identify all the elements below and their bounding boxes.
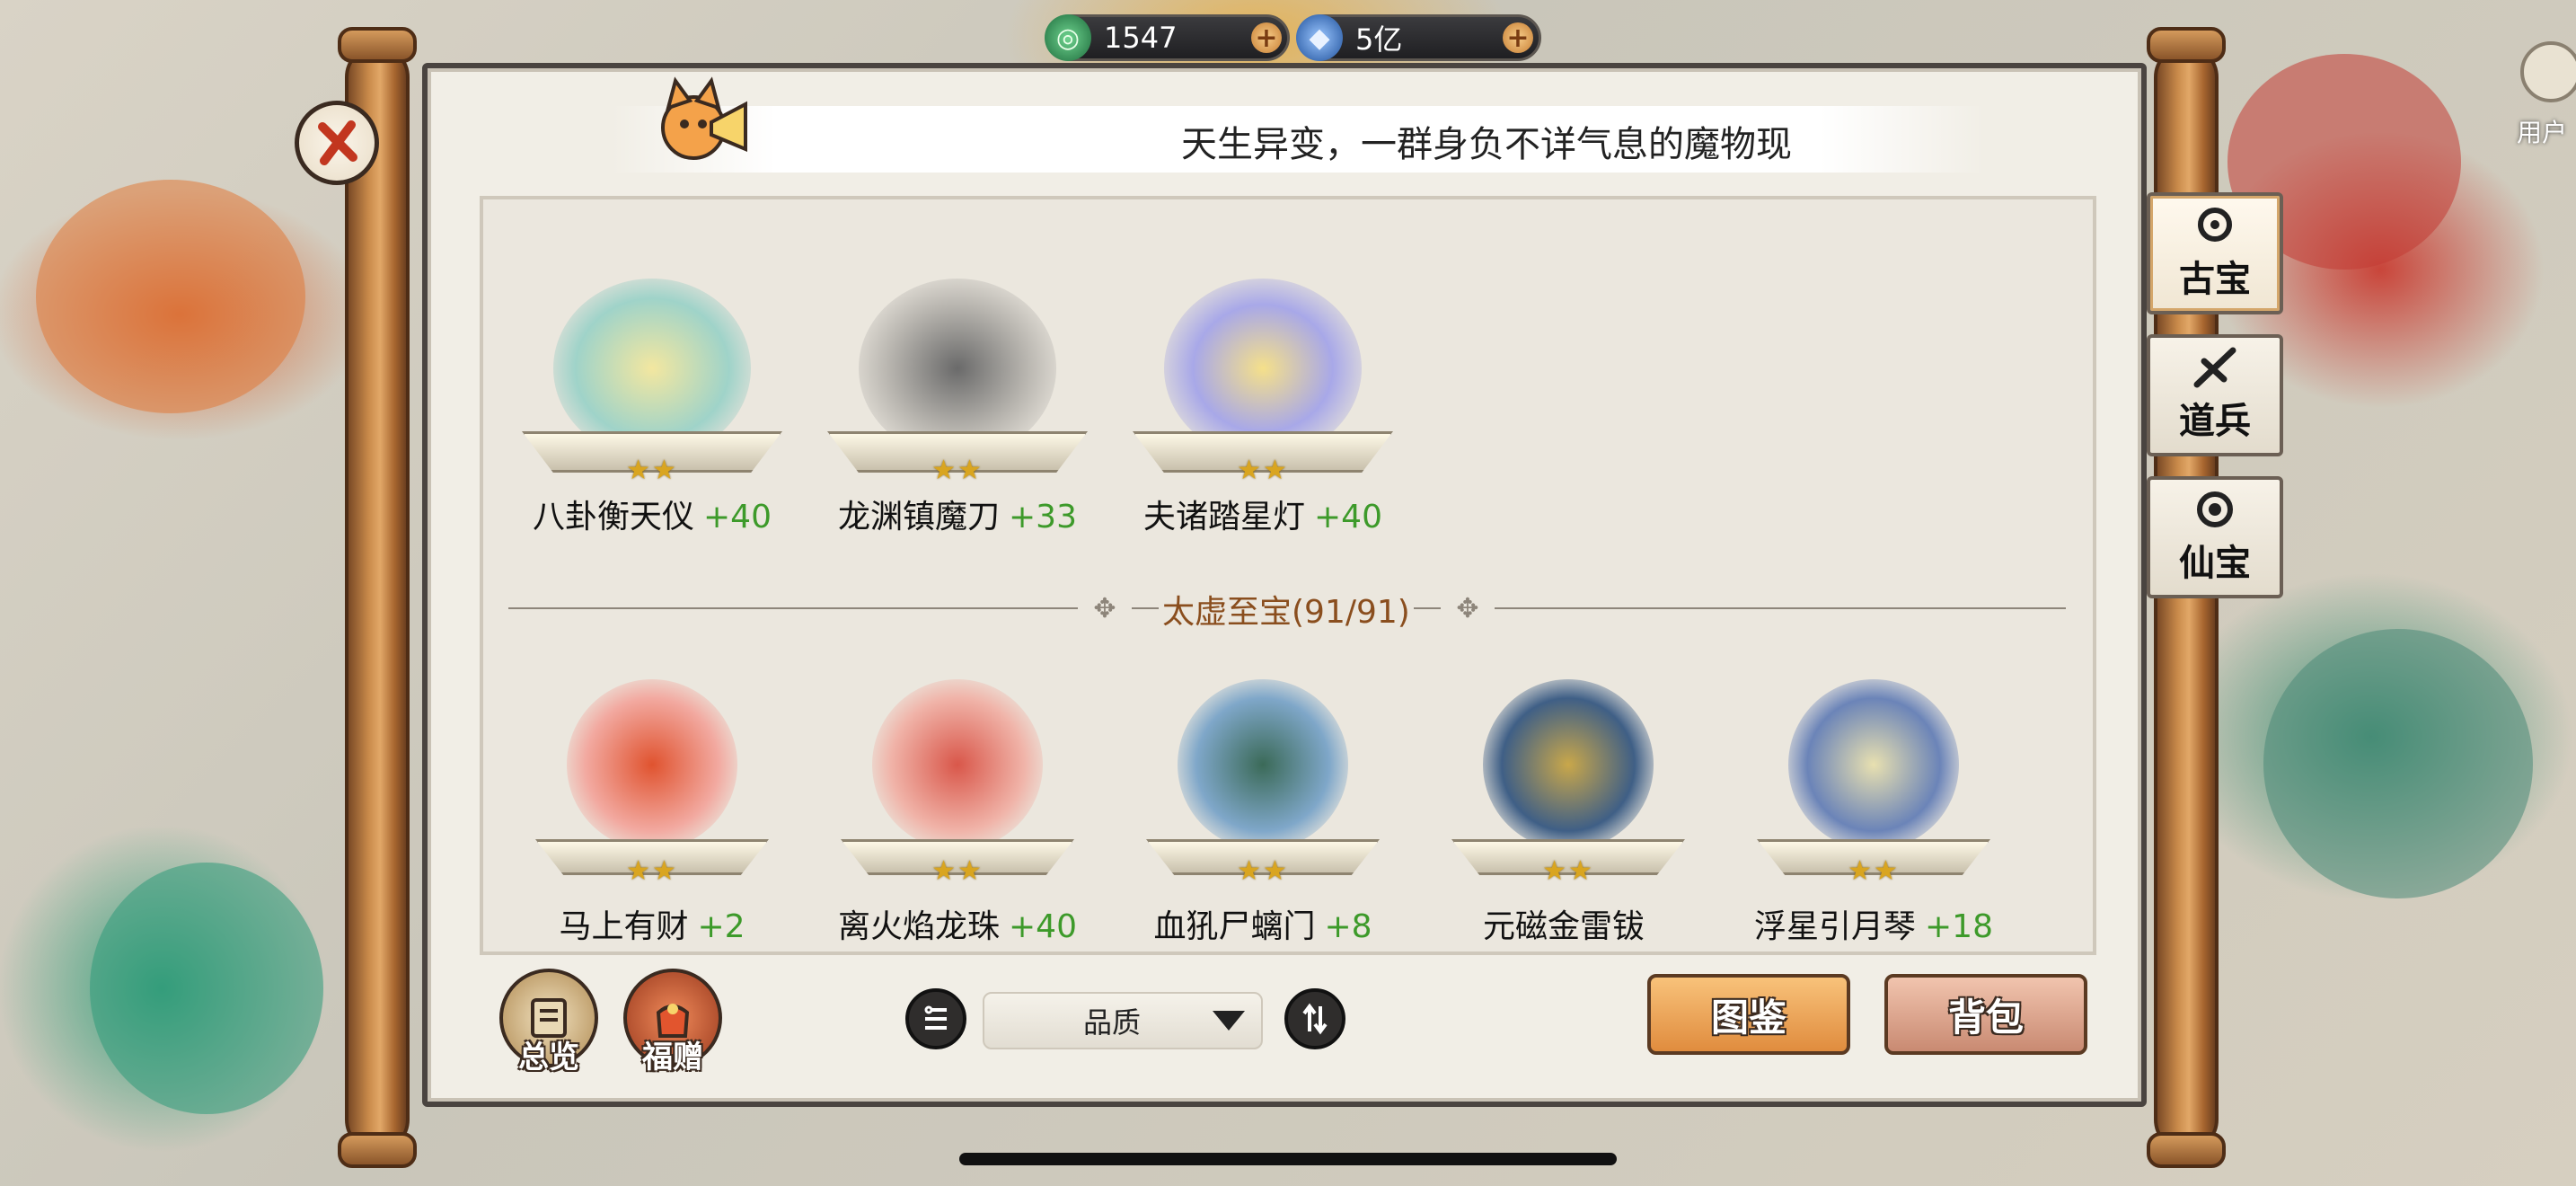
background-tree [90, 863, 323, 1114]
item-level: +40 [1314, 499, 1382, 535]
item-stars: ★★ [1237, 855, 1289, 887]
chevron-down-icon [1213, 1011, 1245, 1031]
fire-dragon-pearl-icon [872, 679, 1043, 850]
item-name: 元磁金雷钹 [1482, 908, 1645, 945]
gift-label: 福赠 [642, 1040, 703, 1075]
section-title: 太虚至宝(91/91) [1159, 586, 1414, 633]
item-name: 浮星引月琴 +18 [1754, 908, 1993, 945]
overview-label: 总览 [518, 1040, 579, 1075]
tab-label: 仙宝 [2179, 542, 2251, 584]
tab-label: 道兵 [2179, 400, 2251, 442]
item-stars: ★★ [931, 855, 984, 887]
tab-label: 古宝 [2179, 258, 2251, 300]
swap-vertical-icon [1302, 1003, 1328, 1035]
item-level: +2 [697, 908, 745, 945]
item-stars: ★★ [626, 455, 678, 486]
user-center-button[interactable]: 用户 [2515, 36, 2576, 153]
gift-button[interactable]: 福赠 [623, 969, 722, 1075]
divider-ornament-icon: ✥ [1078, 593, 1132, 624]
sort-select[interactable]: 品质 [983, 992, 1263, 1049]
megaphone-mascot-icon [656, 72, 754, 171]
item-stars: ★★ [1237, 455, 1289, 486]
crystal-amount: 5亿 [1355, 22, 1403, 57]
jade-coin-icon: ◎ [1045, 14, 1091, 61]
weapon-icon [2193, 347, 2236, 388]
horse-wealth-icon [567, 679, 737, 850]
treasure-item[interactable]: ★★ 马上有财 +2 [508, 679, 796, 945]
item-level: +40 [703, 499, 772, 535]
item-stars: ★★ [1542, 855, 1594, 887]
ancient-treasure-icon [2198, 208, 2232, 242]
item-name: 八卦衡天仪 +40 [533, 499, 772, 535]
scroll-rod-cap [2147, 27, 2226, 63]
currency-jade: ◎ 1547 + [1045, 14, 1290, 61]
tab-ancient-treasure[interactable]: 古宝 [2147, 192, 2283, 314]
item-stars: ★★ [931, 455, 984, 486]
sort-order-button[interactable] [1284, 988, 1345, 1049]
blood-beast-gate-icon [1178, 679, 1348, 850]
item-level: +33 [1009, 499, 1077, 535]
treasure-item[interactable]: ★★ 元磁金雷钹 [1425, 679, 1712, 945]
codex-button[interactable]: 图鉴 [1647, 974, 1850, 1055]
filter-list-button[interactable] [905, 988, 966, 1049]
treasure-item[interactable]: ★★ 离火焰龙珠 +40 [814, 679, 1101, 945]
close-button[interactable] [295, 101, 379, 185]
add-crystal-button[interactable]: + [1503, 22, 1533, 54]
thunder-cymbal-icon [1483, 679, 1654, 850]
item-name: 离火焰龙珠 +40 [838, 908, 1077, 945]
background-building [2263, 629, 2533, 898]
treasure-item[interactable]: ★★ 龙渊镇魔刀 +33 [814, 279, 1101, 535]
item-name: 血犼尸螭门 +8 [1153, 908, 1372, 945]
scroll-rod-cap [2147, 1132, 2226, 1168]
treasure-item[interactable]: ★★ 夫诸踏星灯 +40 [1119, 279, 1407, 535]
item-name: 马上有财 +2 [559, 908, 745, 945]
item-level: +40 [1009, 908, 1077, 945]
close-icon [318, 120, 357, 165]
tab-taoist-weapon[interactable]: 道兵 [2147, 334, 2283, 456]
item-stars: ★★ [626, 855, 678, 887]
item-level: +8 [1324, 908, 1372, 945]
scroll-rod-cap [338, 27, 417, 63]
item-name: 夫诸踏星灯 +40 [1143, 499, 1382, 535]
add-jade-button[interactable]: + [1251, 22, 1282, 54]
divider-ornament-icon: ✥ [1441, 593, 1495, 624]
background-building [36, 180, 305, 413]
notice-banner: 天生异变，一群身负不详气息的魔物现 [611, 106, 1985, 173]
jade-amount: 1547 [1104, 21, 1178, 55]
treasure-item[interactable]: ★★ 血犼尸螭门 +8 [1119, 679, 1407, 945]
scroll-rod-cap [338, 1132, 417, 1168]
overview-button[interactable]: 总览 [499, 969, 598, 1075]
currency-crystal: ◆ 5亿 + [1296, 14, 1541, 61]
item-name: 龙渊镇魔刀 +33 [838, 499, 1077, 535]
list-filter-icon [924, 1005, 947, 1030]
immortal-treasure-icon [2197, 491, 2233, 527]
user-center-label: 用户 [2517, 118, 2568, 147]
treasure-item[interactable]: ★★ 浮星引月琴 +18 [1730, 679, 2017, 945]
treasure-item[interactable]: ★★ 八卦衡天仪 +40 [508, 279, 796, 535]
scroll-rod-left [345, 45, 410, 1152]
item-stars: ★★ [1848, 855, 1900, 887]
bag-button[interactable]: 背包 [1884, 974, 2087, 1055]
item-level: +18 [1925, 908, 1993, 945]
tab-immortal-treasure[interactable]: 仙宝 [2147, 476, 2283, 598]
blue-crystal-icon: ◆ [1296, 14, 1343, 61]
moon-zither-icon [1788, 679, 1959, 850]
notice-text: 天生异变，一群身负不详气息的魔物现 [1181, 124, 1792, 165]
sort-select-value: 品质 [1082, 1005, 1141, 1040]
home-indicator[interactable] [959, 1153, 1617, 1165]
user-icon [2520, 41, 2576, 102]
